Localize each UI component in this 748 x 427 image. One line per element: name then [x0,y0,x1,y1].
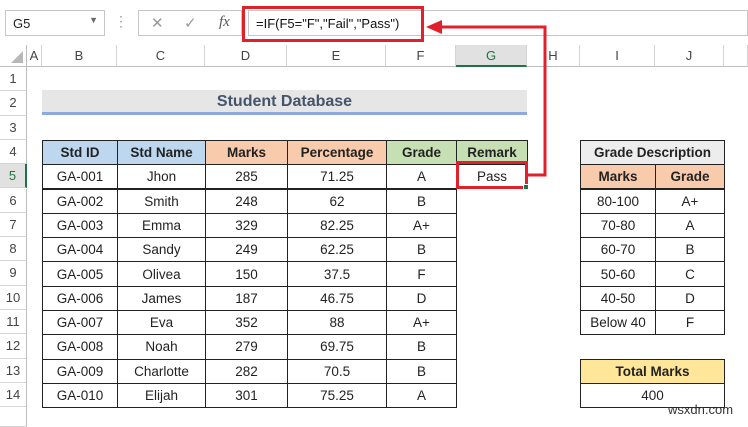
arrow-line [438,25,547,177]
annotation-arrow [426,20,547,177]
arrowhead-icon [426,20,442,34]
watermark: wsxdn.com [668,402,734,417]
